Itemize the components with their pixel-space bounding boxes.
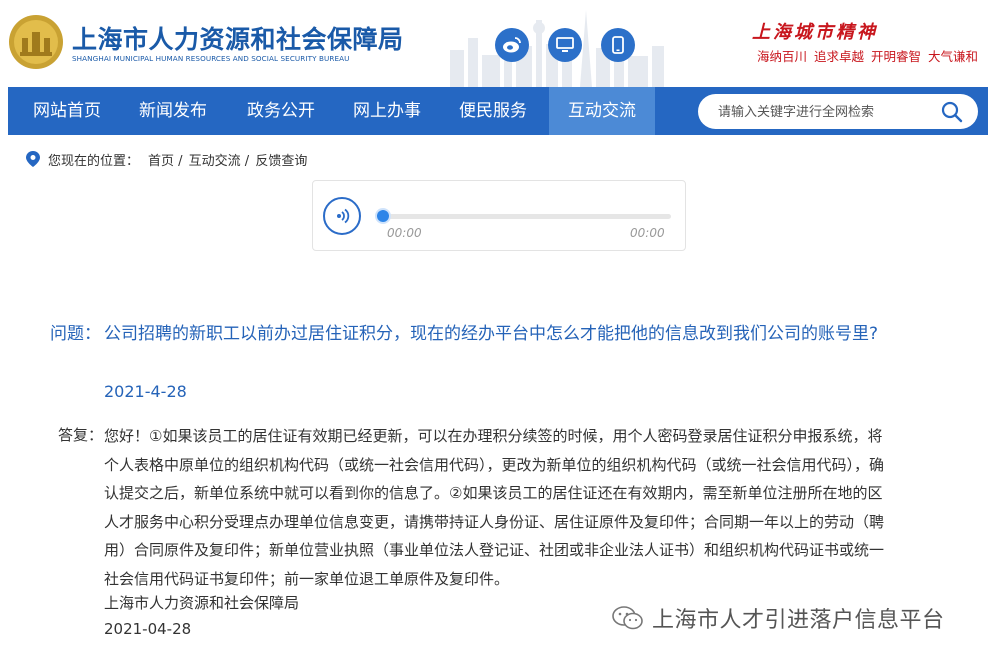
answer-label: 答复： [58, 426, 104, 444]
audio-progress-knob[interactable] [377, 210, 389, 222]
search-icon[interactable] [940, 100, 964, 124]
wechat-watermark: 上海市人才引进落户信息平台 [612, 602, 945, 634]
slogan: 海纳百川 [757, 49, 808, 64]
slogan: 追求卓越 [814, 49, 865, 64]
breadcrumb-home[interactable]: 首页 / [148, 154, 183, 169]
search-input[interactable] [718, 102, 928, 122]
slogan: 开明睿智 [871, 49, 922, 64]
nav-item-gov-info[interactable]: 政务公开 [234, 87, 328, 135]
breadcrumb-label: 您现在的位置： [48, 154, 140, 169]
answer-organization: 上海市人力资源和社会保障局 [104, 594, 300, 612]
search-box [698, 94, 978, 129]
weibo-icon[interactable] [495, 28, 529, 62]
org-name-en: SHANGHAI MUNICIPAL HUMAN RESOURCES AND S… [72, 54, 350, 63]
breadcrumb-feedback[interactable]: 反馈查询 [255, 154, 307, 169]
question-text: 公司招聘的新职工以前办过居住证积分，现在的经办平台中怎么才能把他的信息改到我们公… [104, 324, 879, 344]
wechat-icon [612, 606, 643, 630]
city-spirit-slogans: 海纳百川 追求卓越 开明睿智 大气谦和 [757, 46, 985, 65]
slogan: 大气谦和 [928, 49, 979, 64]
bureau-emblem-icon [9, 15, 63, 69]
watermark-text: 上海市人才引进落户信息平台 [652, 608, 945, 633]
mobile-icon[interactable] [601, 28, 635, 62]
site-header: 上海市人力资源和社会保障局 SHANGHAI MUNICIPAL HUMAN R… [0, 0, 1000, 87]
answer-text: 您好！①如果该员工的居住证有效期已经更新，可以在办理积分续签的时候，用个人密码登… [104, 427, 885, 588]
desktop-icon[interactable] [548, 28, 582, 62]
nav-item-public-service[interactable]: 便民服务 [446, 87, 540, 135]
speaker-icon [337, 208, 350, 224]
city-spirit-title: 上海城市精神 [752, 22, 878, 43]
audio-progress-track[interactable] [383, 214, 671, 219]
play-button[interactable] [323, 197, 361, 235]
breadcrumb-interaction[interactable]: 互动交流 / [189, 154, 250, 169]
audio-player: 00:00 00:00 [312, 180, 686, 251]
current-time: 00:00 [387, 226, 422, 240]
nav-item-news[interactable]: 新闻发布 [126, 87, 220, 135]
question-label: 问题： [50, 324, 101, 344]
answer-date: 2021-04-28 [104, 620, 192, 638]
nav-item-online-service[interactable]: 网上办事 [340, 87, 434, 135]
location-pin-icon [26, 151, 40, 167]
nav-item-interaction[interactable]: 互动交流 [549, 87, 655, 135]
org-name-cn: 上海市人力资源和社会保障局 [72, 25, 404, 54]
total-time: 00:00 [630, 226, 665, 240]
nav-item-home[interactable]: 网站首页 [20, 87, 114, 135]
question-date: 2021-4-28 [104, 382, 187, 401]
